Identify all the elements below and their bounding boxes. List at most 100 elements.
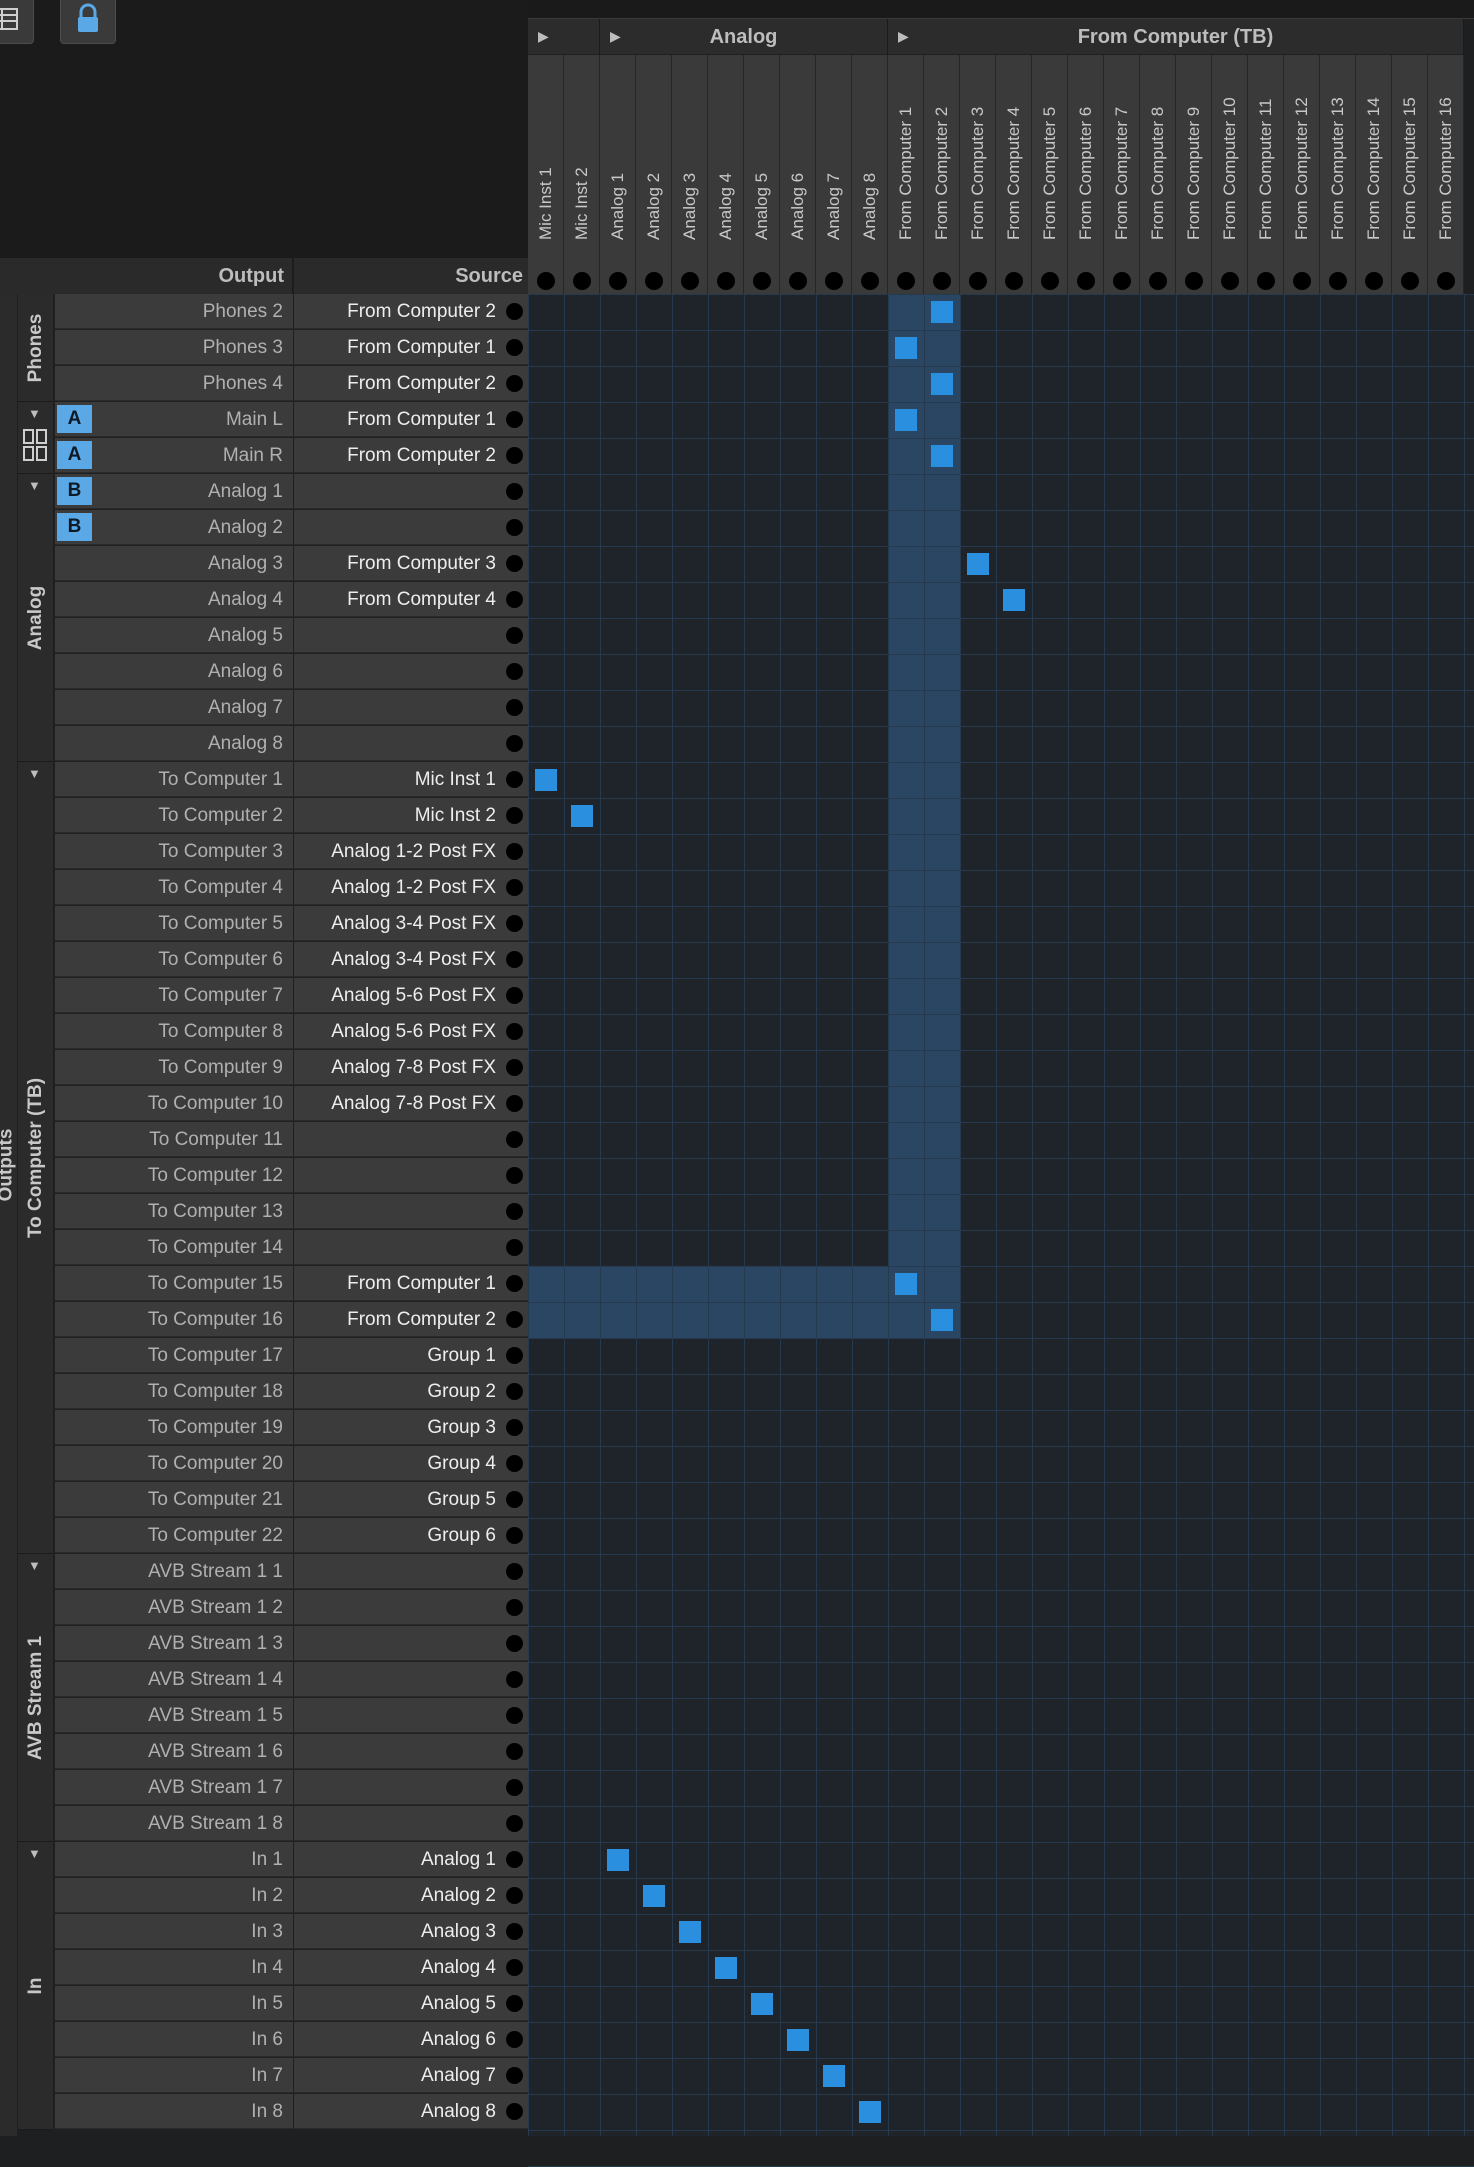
column-header[interactable]: From Computer 3 [960, 55, 996, 294]
column-select-dot[interactable] [1041, 272, 1059, 290]
column-header[interactable]: From Computer 11 [1248, 55, 1284, 294]
source-select-dot[interactable] [506, 1059, 523, 1076]
output-cell[interactable]: AVB Stream 1 8 [55, 1806, 293, 1841]
output-cell[interactable]: Analog 5 [55, 618, 293, 653]
output-cell[interactable]: In 3 [55, 1914, 293, 1949]
column-select-dot[interactable] [717, 272, 735, 290]
output-cell[interactable]: To Computer 2 [55, 798, 293, 833]
source-cell[interactable]: Analog 2 [294, 1878, 528, 1913]
source-select-dot[interactable] [506, 1455, 523, 1472]
routing-cell-active[interactable] [895, 337, 917, 359]
source-cell[interactable]: From Computer 4 [294, 582, 528, 617]
column-select-dot[interactable] [537, 272, 555, 290]
output-cell[interactable]: To Computer 5 [55, 906, 293, 941]
source-cell[interactable]: From Computer 2 [294, 294, 528, 329]
routing-cell-active[interactable] [679, 1921, 701, 1943]
output-cell[interactable]: In 8 [55, 2094, 293, 2129]
source-cell[interactable]: From Computer 1 [294, 330, 528, 365]
column-group-1[interactable]: ▶ Analog [600, 19, 888, 54]
column-select-dot[interactable] [753, 272, 771, 290]
column-header[interactable]: From Computer 8 [1140, 55, 1176, 294]
routing-cell-active[interactable] [895, 1273, 917, 1295]
source-cell[interactable]: From Computer 3 [294, 546, 528, 581]
source-cell[interactable] [294, 1590, 528, 1625]
source-select-dot[interactable] [506, 339, 523, 356]
source-select-dot[interactable] [506, 1959, 523, 1976]
source-select-dot[interactable] [506, 1599, 523, 1616]
routing-cell-active[interactable] [895, 409, 917, 431]
output-cell[interactable]: AVB Stream 1 2 [55, 1590, 293, 1625]
source-select-dot[interactable] [506, 1851, 523, 1868]
source-select-dot[interactable] [506, 1887, 523, 1904]
output-pair-badge[interactable]: B [57, 513, 92, 541]
source-select-dot[interactable] [506, 663, 523, 680]
source-select-dot[interactable] [506, 1419, 523, 1436]
output-pair-badge[interactable]: A [57, 441, 92, 469]
output-cell[interactable]: Analog 3 [55, 546, 293, 581]
column-select-dot[interactable] [933, 272, 951, 290]
source-cell[interactable] [294, 1158, 528, 1193]
column-header[interactable]: From Computer 5 [1032, 55, 1068, 294]
source-cell[interactable]: Group 2 [294, 1374, 528, 1409]
column-select-dot[interactable] [861, 272, 879, 290]
column-header[interactable]: Analog 3 [672, 55, 708, 294]
column-select-dot[interactable] [609, 272, 627, 290]
column-header[interactable]: From Computer 13 [1320, 55, 1356, 294]
column-select-dot[interactable] [969, 272, 987, 290]
source-cell[interactable]: From Computer 2 [294, 366, 528, 401]
source-select-dot[interactable] [506, 1779, 523, 1796]
output-cell[interactable]: To Computer 17 [55, 1338, 293, 1373]
output-cell[interactable]: To Computer 10 [55, 1086, 293, 1121]
output-cell[interactable]: Analog 8 [55, 726, 293, 761]
source-select-dot[interactable] [506, 303, 523, 320]
source-select-dot[interactable] [506, 1995, 523, 2012]
source-cell[interactable]: Analog 8 [294, 2094, 528, 2129]
routing-cell-active[interactable] [931, 301, 953, 323]
column-select-dot[interactable] [1077, 272, 1095, 290]
output-cell[interactable]: To Computer 1 [55, 762, 293, 797]
output-cell[interactable]: AVB Stream 1 5 [55, 1698, 293, 1733]
source-cell[interactable]: Analog 3-4 Post FX [294, 906, 528, 941]
routing-cell-active[interactable] [787, 2029, 809, 2051]
source-select-dot[interactable] [506, 1131, 523, 1148]
column-header[interactable]: Analog 2 [636, 55, 672, 294]
routing-cell-active[interactable] [715, 1957, 737, 1979]
source-select-dot[interactable] [506, 1527, 523, 1544]
source-cell[interactable] [294, 1626, 528, 1661]
column-header[interactable]: From Computer 2 [924, 55, 960, 294]
source-cell[interactable]: From Computer 2 [294, 438, 528, 473]
routing-cell-active[interactable] [535, 769, 557, 791]
column-group-0[interactable]: ▶ [528, 19, 600, 54]
source-cell[interactable]: Analog 4 [294, 1950, 528, 1985]
column-select-dot[interactable] [1185, 272, 1203, 290]
source-cell[interactable]: Analog 1-2 Post FX [294, 834, 528, 869]
output-cell[interactable]: To Computer 12 [55, 1158, 293, 1193]
output-cell[interactable]: Phones 2 [55, 294, 293, 329]
output-cell[interactable]: To Computer 8 [55, 1014, 293, 1049]
output-cell[interactable]: To Computer 9 [55, 1050, 293, 1085]
source-cell[interactable] [294, 618, 528, 653]
output-cell[interactable]: To Computer 6 [55, 942, 293, 977]
source-cell[interactable]: From Computer 1 [294, 402, 528, 437]
source-select-dot[interactable] [506, 1203, 523, 1220]
output-cell[interactable]: In 1 [55, 1842, 293, 1877]
output-cell[interactable]: To Computer 11 [55, 1122, 293, 1157]
source-cell[interactable] [294, 1662, 528, 1697]
output-cell[interactable]: To Computer 4 [55, 870, 293, 905]
source-cell[interactable]: Analog 5-6 Post FX [294, 978, 528, 1013]
lock-button[interactable] [60, 0, 116, 44]
source-select-dot[interactable] [506, 987, 523, 1004]
source-select-dot[interactable] [506, 2031, 523, 2048]
column-select-dot[interactable] [645, 272, 663, 290]
source-select-dot[interactable] [506, 1311, 523, 1328]
source-cell[interactable] [294, 1230, 528, 1265]
column-select-dot[interactable] [1437, 272, 1455, 290]
routing-cell-active[interactable] [823, 2065, 845, 2087]
source-select-dot[interactable] [506, 879, 523, 896]
routing-cell-active[interactable] [931, 445, 953, 467]
source-select-dot[interactable] [506, 1347, 523, 1364]
output-cell[interactable]: To Computer 21 [55, 1482, 293, 1517]
source-cell[interactable] [294, 1194, 528, 1229]
source-select-dot[interactable] [506, 1563, 523, 1580]
source-select-dot[interactable] [506, 519, 523, 536]
